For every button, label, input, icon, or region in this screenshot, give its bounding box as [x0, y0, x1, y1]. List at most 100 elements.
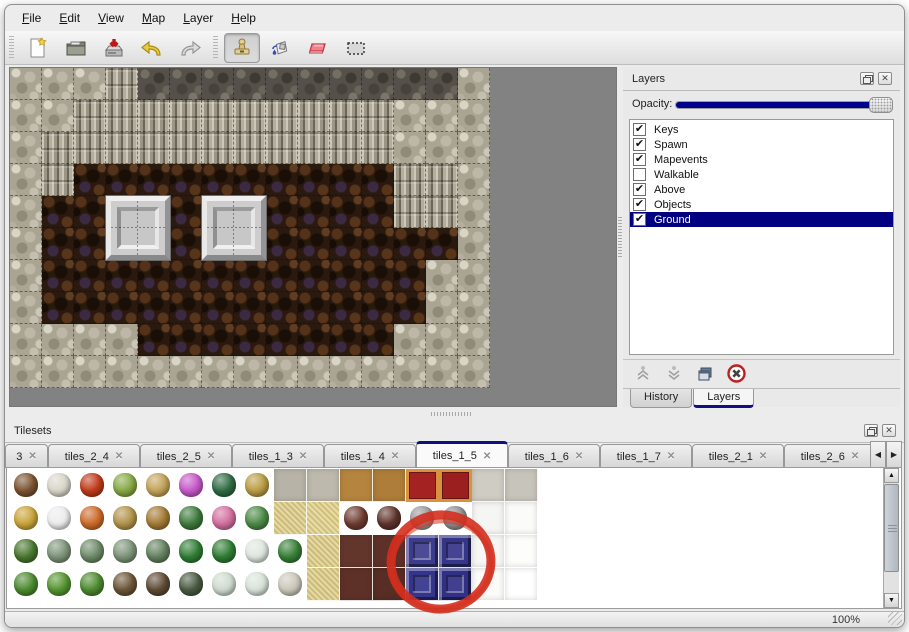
- tileset-tile-maroon-table[interactable]: [373, 568, 406, 601]
- map-tile-light-rock[interactable]: [10, 356, 42, 388]
- tileset-tile-stone-block[interactable]: [472, 469, 505, 502]
- map-tile-dark-rock-top[interactable]: [266, 68, 298, 100]
- tileset-tile-white-tree[interactable]: [274, 568, 307, 601]
- tileset-tile-wood-counter[interactable]: [340, 469, 373, 502]
- map-tile-brown-floor[interactable]: [298, 324, 330, 356]
- map-tile-cliff-face[interactable]: [234, 132, 266, 164]
- map-tile-brown-floor[interactable]: [42, 292, 74, 324]
- tileset-tile-table[interactable]: [373, 502, 406, 535]
- map-tile-brown-floor[interactable]: [74, 196, 106, 228]
- map-tile-light-rock[interactable]: [330, 356, 362, 388]
- new-file-button[interactable]: [20, 33, 56, 63]
- layer-visibility-checkbox[interactable]: ✔: [633, 183, 646, 196]
- map-tile-brown-floor[interactable]: [202, 292, 234, 324]
- layer-row-mapevents[interactable]: ✔Mapevents: [630, 152, 893, 167]
- tileset-tile-shrub[interactable]: [76, 535, 109, 568]
- map-tile-cliff-face[interactable]: [106, 68, 138, 100]
- map-tile-cliff-face[interactable]: [202, 100, 234, 132]
- map-tile-brown-floor[interactable]: [330, 260, 362, 292]
- tileset-tile-snowy-pine[interactable]: [241, 568, 274, 601]
- map-tile-brown-floor[interactable]: [394, 292, 426, 324]
- map-tile-light-rock[interactable]: [458, 132, 490, 164]
- tileset-tile-small-table[interactable]: [340, 502, 373, 535]
- map-tile-cliff-face[interactable]: [426, 164, 458, 196]
- map-tile-light-rock[interactable]: [426, 356, 458, 388]
- tileset-tab-tiles_2_1[interactable]: tiles_2_1✕: [692, 444, 784, 468]
- map-tile-light-rock[interactable]: [74, 68, 106, 100]
- map-tile-brown-floor[interactable]: [106, 164, 138, 196]
- map-tile-brown-floor[interactable]: [138, 292, 170, 324]
- map-tile-light-rock[interactable]: [170, 356, 202, 388]
- tileset-tile-metal-frame[interactable]: [406, 502, 439, 535]
- map-tile-brown-floor[interactable]: [266, 228, 298, 260]
- tileset-tile-stone-floor[interactable]: [274, 469, 307, 502]
- map-tile-light-rock[interactable]: [202, 356, 234, 388]
- map-tile-brown-floor[interactable]: [42, 228, 74, 260]
- map-tile-light-rock[interactable]: [458, 292, 490, 324]
- tileset-tile-maroon-table[interactable]: [373, 535, 406, 568]
- map-tile-dark-rock-top[interactable]: [426, 68, 458, 100]
- map-tile-light-rock[interactable]: [106, 356, 138, 388]
- tileset-tile-stump[interactable]: [109, 469, 142, 502]
- select-tool-button[interactable]: [338, 33, 374, 63]
- map-tile-brown-floor[interactable]: [426, 228, 458, 260]
- tileset-tile-red-carpet[interactable]: [439, 469, 472, 502]
- layer-row-ground[interactable]: ✔Ground: [630, 212, 893, 227]
- tab-close-icon[interactable]: ✕: [115, 451, 123, 462]
- fill-tool-button[interactable]: [262, 33, 298, 63]
- tileset-tile-white-cloth[interactable]: [472, 502, 505, 535]
- map-tile-brown-floor[interactable]: [170, 292, 202, 324]
- layer-row-spawn[interactable]: ✔Spawn: [630, 137, 893, 152]
- map-tile-brown-floor[interactable]: [266, 196, 298, 228]
- map-tile-cliff-face[interactable]: [170, 132, 202, 164]
- map-tile-cliff-face[interactable]: [394, 196, 426, 228]
- tileset-tile-twisted-tree[interactable]: [109, 568, 142, 601]
- map-tile-dark-rock-top[interactable]: [234, 68, 266, 100]
- tilesets-dock-titlebar[interactable]: Tilesets ✕: [5, 419, 904, 443]
- map-tile-brown-floor[interactable]: [170, 228, 202, 260]
- map-tile-brown-floor[interactable]: [74, 164, 106, 196]
- tab-close-icon[interactable]: ✕: [575, 451, 583, 462]
- map-tile-light-rock[interactable]: [426, 292, 458, 324]
- dock-tab-history[interactable]: History: [630, 389, 692, 408]
- map-tile-dark-rock-top[interactable]: [170, 68, 202, 100]
- map-tile-brown-floor[interactable]: [266, 324, 298, 356]
- open-button[interactable]: [58, 33, 94, 63]
- map-tile-cliff-face[interactable]: [266, 100, 298, 132]
- map-tile-brown-floor[interactable]: [170, 260, 202, 292]
- map-tile-light-rock[interactable]: [426, 260, 458, 292]
- map-tile-cliff-face[interactable]: [426, 196, 458, 228]
- map-tile-light-rock[interactable]: [106, 324, 138, 356]
- map-tile-brown-floor[interactable]: [202, 260, 234, 292]
- map-tile-light-rock[interactable]: [394, 132, 426, 164]
- map-tile-light-rock[interactable]: [458, 356, 490, 388]
- map-tile-brown-floor[interactable]: [42, 260, 74, 292]
- map-tile-cliff-face[interactable]: [74, 100, 106, 132]
- menu-item-edit[interactable]: Edit: [50, 8, 89, 28]
- map-tile-brown-floor[interactable]: [202, 164, 234, 196]
- map-tile-light-rock[interactable]: [298, 356, 330, 388]
- tileset-tile-tan-mat[interactable]: [307, 502, 340, 535]
- tileset-grid[interactable]: [10, 469, 538, 601]
- map-tile-light-rock[interactable]: [74, 324, 106, 356]
- layers-dock-titlebar[interactable]: Layers ✕: [623, 67, 900, 91]
- tileset-tile-orange-flowers[interactable]: [76, 502, 109, 535]
- map-tile-cliff-face[interactable]: [202, 132, 234, 164]
- tileset-tile-grass-clumps[interactable]: [10, 535, 43, 568]
- tileset-tile-leaves[interactable]: [142, 502, 175, 535]
- map-tile-dark-rock-top[interactable]: [298, 68, 330, 100]
- map-tile-light-rock[interactable]: [394, 356, 426, 388]
- layer-row-above[interactable]: ✔Above: [630, 182, 893, 197]
- tileset-tile-lily-pad[interactable]: [175, 502, 208, 535]
- menu-item-map[interactable]: Map: [133, 8, 174, 28]
- tileset-tile-purple-flowers[interactable]: [175, 469, 208, 502]
- tileset-tile-white-blanket[interactable]: [505, 535, 538, 568]
- scroll-up-button[interactable]: ▲: [884, 468, 899, 483]
- map-tile-light-rock[interactable]: [458, 260, 490, 292]
- map-tile-brown-floor[interactable]: [106, 292, 138, 324]
- map-tile-light-rock[interactable]: [362, 356, 394, 388]
- map-tile-brown-floor[interactable]: [330, 228, 362, 260]
- map-tile-brown-floor[interactable]: [234, 260, 266, 292]
- map-tile-brown-floor[interactable]: [330, 164, 362, 196]
- map-tile-brown-floor[interactable]: [298, 228, 330, 260]
